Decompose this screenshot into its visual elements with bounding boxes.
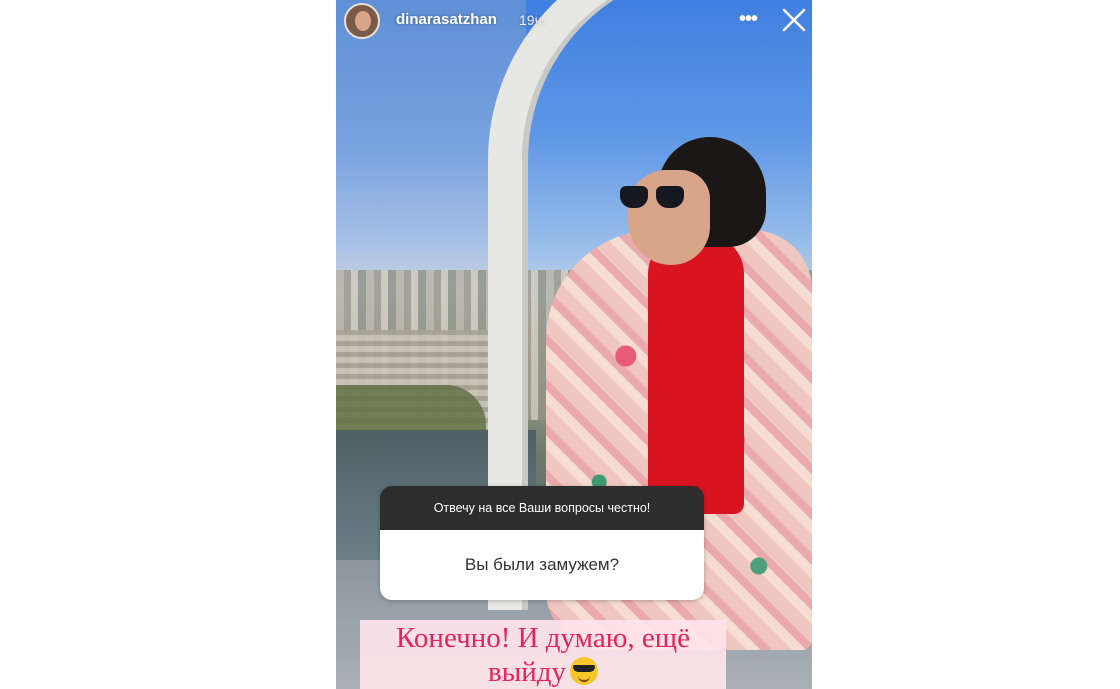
face [628,170,710,265]
question-sticker[interactable]: Отвечу на все Ваши вопросы честно! Вы бы… [380,486,704,600]
red-hoodie [648,234,744,514]
answer-line-1: Конечно! И думаю, ещё [396,622,690,654]
sunglasses-emoji-icon [569,657,598,685]
story-viewer[interactable]: dinarasatzhan 19ч. ••• Отвечу на все Ваш… [336,0,812,689]
more-dots-icon[interactable]: ••• [736,5,760,33]
question-prompt: Отвечу на все Ваши вопросы честно! [380,486,704,530]
sunglasses [620,186,692,208]
username[interactable]: dinarasatzhan [396,11,497,28]
trees [336,385,486,435]
close-icon[interactable] [780,6,808,34]
story-header: dinarasatzhan 19ч. ••• [336,0,812,44]
avatar[interactable] [344,3,380,39]
post-time: 19ч. [519,12,546,28]
answer-caption: Конечно! И думаю, ещё выйду [360,620,726,689]
question-text: Вы были замужем? [380,530,704,600]
answer-line-2: выйду [488,656,566,688]
answer-text: Конечно! И думаю, ещё выйду [360,621,726,689]
